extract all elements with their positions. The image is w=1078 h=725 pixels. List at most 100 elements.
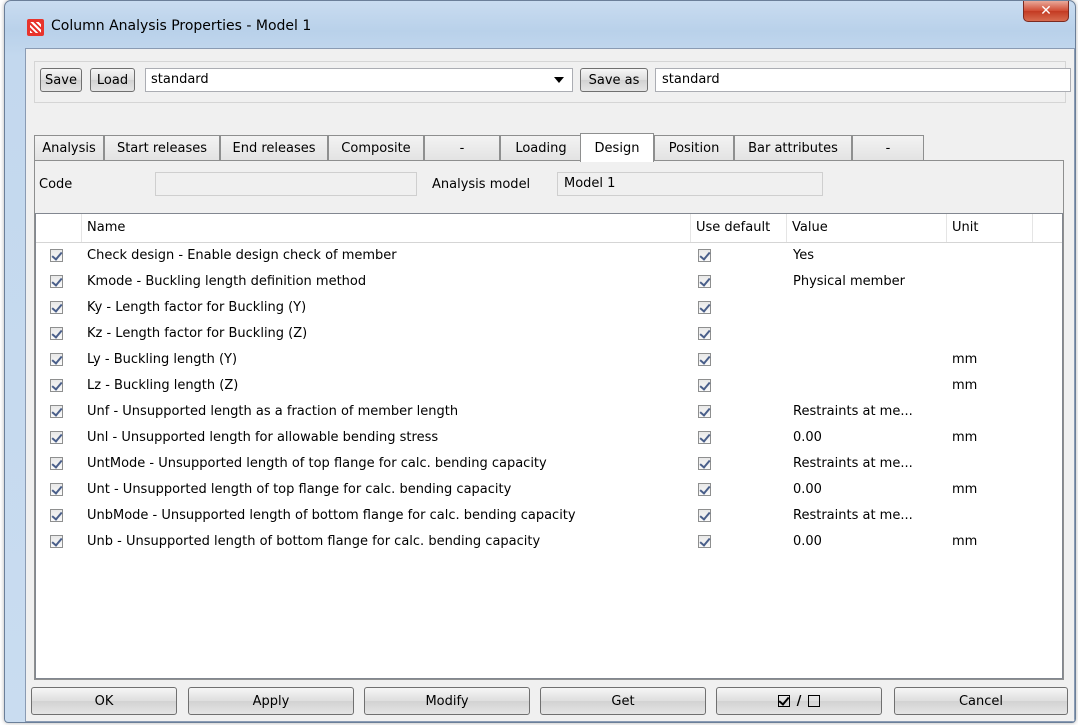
tab-design[interactable]: Design <box>580 133 654 162</box>
row-use-default-checkbox[interactable] <box>698 301 711 314</box>
row-use-default-checkbox[interactable] <box>698 509 711 522</box>
row-use-default-checkbox[interactable] <box>698 431 711 444</box>
checked-box-icon <box>777 695 790 707</box>
properties-table: Name Use default Value Unit Check design… <box>35 213 1063 679</box>
row-name: Check design - Enable design check of me… <box>87 248 397 263</box>
preset-dropdown[interactable]: standard <box>145 68 573 92</box>
table-row[interactable]: Kmode - Buckling length definition metho… <box>36 269 1062 295</box>
save-as-name-value: standard <box>662 72 720 87</box>
table-row[interactable]: Kz - Length factor for Buckling (Z) <box>36 321 1062 347</box>
ok-button[interactable]: OK <box>31 687 177 715</box>
tab-loading[interactable]: Loading <box>500 135 582 161</box>
row-use-default-checkbox[interactable] <box>698 275 711 288</box>
get-button[interactable]: Get <box>540 687 706 715</box>
row-value[interactable]: Physical member <box>793 269 905 295</box>
row-use-default-checkbox[interactable] <box>698 249 711 262</box>
save-as-name-input[interactable]: standard <box>655 68 1071 92</box>
row-enable-checkbox[interactable] <box>50 405 63 418</box>
table-row[interactable]: Lz - Buckling length (Z) mm <box>36 373 1062 399</box>
table-row[interactable]: Unt - Unsupported length of top flange f… <box>36 477 1062 503</box>
tab-blank-1[interactable]: - <box>424 135 500 161</box>
column-header-name[interactable]: Name <box>82 214 691 242</box>
table-row[interactable]: Unl - Unsupported length for allowable b… <box>36 425 1062 451</box>
tab-bar-attributes[interactable]: Bar attributes <box>734 135 852 161</box>
row-use-default-checkbox[interactable] <box>698 353 711 366</box>
table-row[interactable]: Unb - Unsupported length of bottom flang… <box>36 529 1062 555</box>
row-name: Unf - Unsupported length as a fraction o… <box>87 404 459 419</box>
row-name: UnbMode - Unsupported length of bottom f… <box>87 508 576 523</box>
row-unit: mm <box>952 482 978 497</box>
modify-button[interactable]: Modify <box>364 687 530 715</box>
row-name: Unt - Unsupported length of top flange f… <box>87 482 512 497</box>
analysis-model-value: Model 1 <box>564 176 616 191</box>
tab-start-releases[interactable]: Start releases <box>104 135 220 161</box>
column-header-check[interactable] <box>36 214 82 242</box>
save-button[interactable]: Save <box>40 68 82 92</box>
table-row[interactable]: Ky - Length factor for Buckling (Y) <box>36 295 1062 321</box>
table-header: Name Use default Value Unit <box>36 214 1062 243</box>
toggle-separator: / <box>796 693 802 709</box>
code-field <box>155 172 417 196</box>
row-use-default-checkbox[interactable] <box>698 483 711 496</box>
row-unit: mm <box>952 534 978 549</box>
apply-button[interactable]: Apply <box>188 687 354 715</box>
row-enable-checkbox[interactable] <box>50 301 63 314</box>
row-enable-checkbox[interactable] <box>50 249 63 262</box>
dialog-buttons: OK Apply Modify Get / Cancel <box>26 683 1074 719</box>
row-value[interactable]: 0.00 <box>793 425 822 451</box>
column-header-value[interactable]: Value <box>787 214 947 242</box>
tab-end-releases[interactable]: End releases <box>220 135 328 161</box>
row-value[interactable]: Restraints at me... <box>793 399 913 425</box>
table-row[interactable]: UntMode - Unsupported length of top flan… <box>36 451 1062 477</box>
dialog-client: Save Load standard Save as standard Anal… <box>25 48 1075 722</box>
row-enable-checkbox[interactable] <box>50 431 63 444</box>
row-use-default-checkbox[interactable] <box>698 379 711 392</box>
title-bar[interactable]: Column Analysis Properties - Model 1 ✕ <box>5 1 1075 47</box>
save-as-button[interactable]: Save as <box>580 68 648 92</box>
tab-composite[interactable]: Composite <box>328 135 424 161</box>
row-enable-checkbox[interactable] <box>50 327 63 340</box>
row-name: Unb - Unsupported length of bottom flang… <box>87 534 541 549</box>
row-name: Ly - Buckling length (Y) <box>87 352 238 367</box>
close-icon: ✕ <box>1040 3 1052 19</box>
table-row[interactable]: Ly - Buckling length (Y) mm <box>36 347 1062 373</box>
row-name: Kmode - Buckling length definition metho… <box>87 274 367 289</box>
table-row[interactable]: UnbMode - Unsupported length of bottom f… <box>36 503 1062 529</box>
row-value[interactable]: Restraints at me... <box>793 451 913 477</box>
row-name: Kz - Length factor for Buckling (Z) <box>87 326 308 341</box>
row-use-default-checkbox[interactable] <box>698 535 711 548</box>
cancel-button[interactable]: Cancel <box>894 687 1068 715</box>
row-name: Unl - Unsupported length for allowable b… <box>87 430 439 445</box>
toggle-all-button[interactable]: / <box>716 687 882 715</box>
row-enable-checkbox[interactable] <box>50 457 63 470</box>
design-tab-panel: Code Analysis model Model 1 Name Use def… <box>34 160 1064 680</box>
row-enable-checkbox[interactable] <box>50 483 63 496</box>
tab-analysis[interactable]: Analysis <box>34 135 104 161</box>
row-value[interactable]: 0.00 <box>793 477 822 503</box>
row-use-default-checkbox[interactable] <box>698 405 711 418</box>
code-label: Code <box>39 177 73 192</box>
close-button[interactable]: ✕ <box>1023 1 1069 22</box>
row-enable-checkbox[interactable] <box>50 509 63 522</box>
row-value[interactable]: Yes <box>793 243 814 269</box>
load-button[interactable]: Load <box>90 68 135 92</box>
row-enable-checkbox[interactable] <box>50 535 63 548</box>
column-header-unit[interactable]: Unit <box>947 214 1033 242</box>
row-name: Lz - Buckling length (Z) <box>87 378 239 393</box>
row-use-default-checkbox[interactable] <box>698 457 711 470</box>
row-enable-checkbox[interactable] <box>50 353 63 366</box>
column-header-use-default[interactable]: Use default <box>691 214 787 242</box>
tab-blank-2[interactable]: - <box>852 135 924 161</box>
tab-position[interactable]: Position <box>654 135 734 161</box>
table-row[interactable]: Unf - Unsupported length as a fraction o… <box>36 399 1062 425</box>
row-enable-checkbox[interactable] <box>50 275 63 288</box>
row-enable-checkbox[interactable] <box>50 379 63 392</box>
row-use-default-checkbox[interactable] <box>698 327 711 340</box>
row-value[interactable]: 0.00 <box>793 529 822 555</box>
table-row[interactable]: Check design - Enable design check of me… <box>36 243 1062 269</box>
analysis-model-label: Analysis model <box>432 177 531 192</box>
dialog-window: Column Analysis Properties - Model 1 ✕ S… <box>4 0 1076 723</box>
row-value[interactable]: Restraints at me... <box>793 503 913 529</box>
row-unit: mm <box>952 430 978 445</box>
tab-strip: Analysis Start releases End releases Com… <box>34 133 1064 162</box>
